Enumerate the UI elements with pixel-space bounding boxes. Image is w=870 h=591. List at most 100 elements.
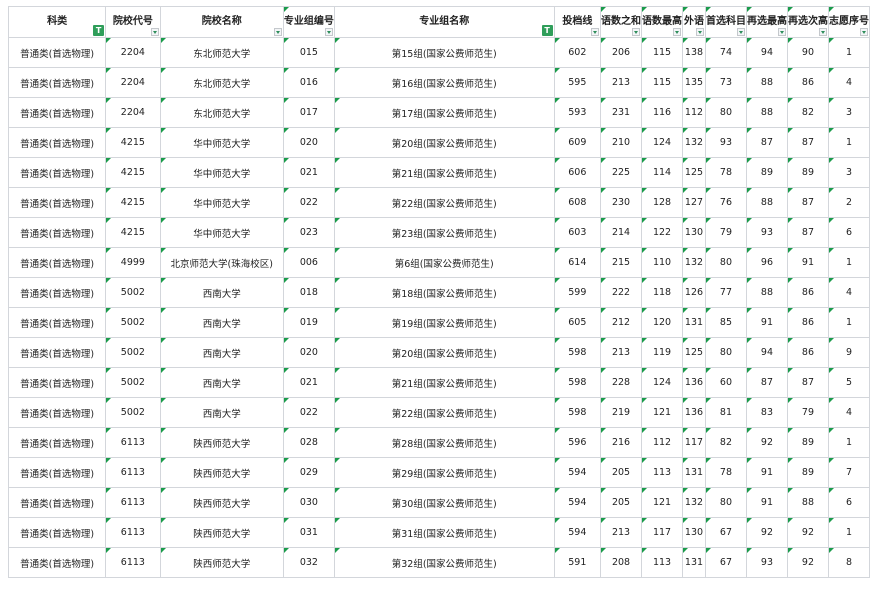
cell-foreign-language[interactable]: 125 — [682, 337, 706, 368]
cell-foreign-language[interactable]: 131 — [682, 547, 706, 578]
cell-school-name[interactable]: 西南大学 — [159, 337, 284, 368]
cell-second-next[interactable]: 92 — [786, 547, 829, 578]
cell-group-name[interactable]: 第21组(国家公费师范生) — [333, 157, 555, 188]
cell-chinese-math-max[interactable]: 115 — [641, 37, 684, 68]
cell-chinese-math-max[interactable]: 120 — [641, 307, 684, 338]
cell-foreign-language[interactable]: 136 — [682, 397, 706, 428]
cell-chinese-math-sum[interactable]: 210 — [600, 127, 643, 158]
cell-first-subject[interactable]: 78 — [704, 457, 747, 488]
cell-cutoff[interactable]: 598 — [553, 337, 602, 368]
cell-school-code[interactable]: 2204 — [105, 97, 161, 128]
cell-school-code[interactable]: 6113 — [105, 427, 161, 458]
cell-second-next[interactable]: 91 — [786, 247, 829, 278]
cell-foreign-language[interactable]: 130 — [682, 517, 706, 548]
cell-first-subject[interactable]: 60 — [704, 367, 747, 398]
column-header-group-code[interactable]: 专业组编号 — [282, 6, 335, 38]
cell-choice-no[interactable]: 9 — [827, 337, 870, 368]
cell-chinese-math-max[interactable]: 121 — [641, 487, 684, 518]
cell-choice-no[interactable]: 4 — [827, 67, 870, 98]
cell-group-code[interactable]: 023 — [282, 217, 335, 248]
cell-second-next[interactable]: 87 — [786, 187, 829, 218]
cell-category[interactable]: 普通类(首选物理) — [7, 307, 107, 338]
cell-school-name[interactable]: 东北师范大学 — [159, 97, 284, 128]
cell-second-next[interactable]: 92 — [786, 517, 829, 548]
text-filter-icon[interactable]: T — [541, 25, 553, 36]
cell-school-code[interactable]: 2204 — [105, 37, 161, 68]
cell-second-next[interactable]: 89 — [786, 427, 829, 458]
cell-school-name[interactable]: 陕西师范大学 — [159, 487, 284, 518]
cell-chinese-math-max[interactable]: 118 — [641, 277, 684, 308]
column-header-first-subject[interactable]: 首选科目 — [704, 6, 747, 38]
filter-dropdown-icon[interactable] — [591, 28, 600, 36]
cell-second-max[interactable]: 83 — [745, 397, 788, 428]
cell-cutoff[interactable]: 605 — [553, 307, 602, 338]
cell-school-name[interactable]: 西南大学 — [159, 397, 284, 428]
cell-group-name[interactable]: 第30组(国家公费师范生) — [333, 487, 555, 518]
cell-chinese-math-max[interactable]: 122 — [641, 217, 684, 248]
cell-second-max[interactable]: 93 — [745, 217, 788, 248]
cell-first-subject[interactable]: 80 — [704, 247, 747, 278]
cell-group-code[interactable]: 018 — [282, 277, 335, 308]
cell-category[interactable]: 普通类(首选物理) — [7, 547, 107, 578]
cell-school-code[interactable]: 6113 — [105, 517, 161, 548]
cell-group-code[interactable]: 022 — [282, 397, 335, 428]
cell-second-max[interactable]: 91 — [745, 457, 788, 488]
cell-category[interactable]: 普通类(首选物理) — [7, 337, 107, 368]
cell-chinese-math-sum[interactable]: 208 — [600, 547, 643, 578]
cell-school-code[interactable]: 4215 — [105, 217, 161, 248]
cell-choice-no[interactable]: 1 — [827, 37, 870, 68]
cell-group-name[interactable]: 第29组(国家公费师范生) — [333, 457, 555, 488]
cell-school-code[interactable]: 2204 — [105, 67, 161, 98]
cell-foreign-language[interactable]: 125 — [682, 157, 706, 188]
cell-cutoff[interactable]: 603 — [553, 217, 602, 248]
cell-cutoff[interactable]: 598 — [553, 397, 602, 428]
cell-choice-no[interactable]: 4 — [827, 397, 870, 428]
cell-group-code[interactable]: 021 — [282, 367, 335, 398]
cell-school-name[interactable]: 北京师范大学(珠海校区) — [159, 247, 284, 278]
cell-group-name[interactable]: 第22组(国家公费师范生) — [333, 397, 555, 428]
cell-category[interactable]: 普通类(首选物理) — [7, 37, 107, 68]
cell-choice-no[interactable]: 6 — [827, 487, 870, 518]
cell-chinese-math-max[interactable]: 114 — [641, 157, 684, 188]
cell-second-max[interactable]: 92 — [745, 427, 788, 458]
cell-category[interactable]: 普通类(首选物理) — [7, 517, 107, 548]
cell-group-name[interactable]: 第16组(国家公费师范生) — [333, 67, 555, 98]
cell-school-code[interactable]: 5002 — [105, 397, 161, 428]
cell-group-name[interactable]: 第18组(国家公费师范生) — [333, 277, 555, 308]
cell-group-name[interactable]: 第28组(国家公费师范生) — [333, 427, 555, 458]
cell-second-next[interactable]: 79 — [786, 397, 829, 428]
cell-chinese-math-max[interactable]: 113 — [641, 547, 684, 578]
cell-chinese-math-sum[interactable]: 215 — [600, 247, 643, 278]
cell-category[interactable]: 普通类(首选物理) — [7, 97, 107, 128]
cell-choice-no[interactable]: 1 — [827, 517, 870, 548]
cell-first-subject[interactable]: 77 — [704, 277, 747, 308]
cell-second-next[interactable]: 89 — [786, 457, 829, 488]
cell-chinese-math-max[interactable]: 115 — [641, 67, 684, 98]
cell-chinese-math-sum[interactable]: 213 — [600, 337, 643, 368]
cell-second-max[interactable]: 91 — [745, 307, 788, 338]
cell-chinese-math-sum[interactable]: 205 — [600, 457, 643, 488]
cell-second-max[interactable]: 94 — [745, 337, 788, 368]
cell-school-name[interactable]: 陕西师范大学 — [159, 427, 284, 458]
cell-cutoff[interactable]: 591 — [553, 547, 602, 578]
column-header-choice-no[interactable]: 志愿序号 — [827, 6, 870, 38]
cell-chinese-math-max[interactable]: 110 — [641, 247, 684, 278]
cell-school-code[interactable]: 4999 — [105, 247, 161, 278]
cell-cutoff[interactable]: 596 — [553, 427, 602, 458]
cell-group-name[interactable]: 第23组(国家公费师范生) — [333, 217, 555, 248]
cell-choice-no[interactable]: 3 — [827, 97, 870, 128]
cell-choice-no[interactable]: 3 — [827, 157, 870, 188]
cell-choice-no[interactable]: 8 — [827, 547, 870, 578]
cell-first-subject[interactable]: 93 — [704, 127, 747, 158]
cell-cutoff[interactable]: 606 — [553, 157, 602, 188]
cell-school-code[interactable]: 4215 — [105, 187, 161, 218]
cell-chinese-math-sum[interactable]: 212 — [600, 307, 643, 338]
cell-foreign-language[interactable]: 132 — [682, 487, 706, 518]
cell-second-next[interactable]: 82 — [786, 97, 829, 128]
cell-foreign-language[interactable]: 130 — [682, 217, 706, 248]
cell-second-next[interactable]: 87 — [786, 127, 829, 158]
cell-cutoff[interactable]: 594 — [553, 517, 602, 548]
cell-first-subject[interactable]: 81 — [704, 397, 747, 428]
column-header-second-next[interactable]: 再选次高 — [786, 6, 829, 38]
cell-chinese-math-max[interactable]: 119 — [641, 337, 684, 368]
